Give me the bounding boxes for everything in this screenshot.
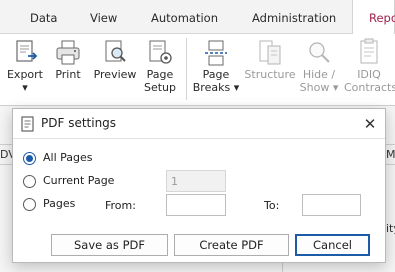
cancel-button[interactable]: Cancel <box>295 234 370 256</box>
from-page-input[interactable] <box>166 194 226 216</box>
printer-icon <box>53 38 83 68</box>
to-label: To: <box>264 199 280 212</box>
export-icon <box>10 38 40 68</box>
background-text-fragment: M <box>386 148 395 161</box>
page-breaks-button[interactable]: Page Breaks ▾ <box>191 38 241 94</box>
ribbon-tab-bar: Data View Automation Administration Repo <box>0 0 395 35</box>
ribbon-panel: Export ▾ Print Preview Page Setup Page B… <box>0 34 395 106</box>
structure-icon <box>255 38 285 68</box>
idiq-label-line2: Contracts <box>344 81 395 94</box>
current-page-input[interactable] <box>166 170 226 192</box>
hide-show-button[interactable]: Hide / Show ▾ <box>298 38 340 94</box>
all-pages-label: All Pages <box>43 151 93 164</box>
tab-automation[interactable]: Automation <box>151 0 218 34</box>
preview-label: Preview <box>93 68 137 81</box>
hide-show-label-line2: Show ▾ <box>298 81 340 94</box>
page-breaks-caret: ▾ <box>233 81 240 94</box>
print-button[interactable]: Print <box>50 38 86 81</box>
dialog-title-bar: PDF settings ✕ <box>13 109 385 139</box>
export-caret: ▾ <box>22 81 28 94</box>
tab-reports[interactable]: Repo <box>352 0 395 35</box>
hide-show-icon <box>304 38 334 68</box>
page-setup-icon <box>145 38 175 68</box>
hide-show-caret: ▾ <box>332 81 339 94</box>
close-icon[interactable]: ✕ <box>361 115 379 133</box>
page-setup-button[interactable]: Page Setup <box>142 38 178 94</box>
preview-button[interactable]: Preview <box>92 38 138 81</box>
pdf-settings-icon <box>19 115 37 133</box>
create-pdf-button[interactable]: Create PDF <box>174 234 289 256</box>
hide-show-label-text: Show <box>299 81 330 94</box>
page-setup-label-line2: Setup <box>143 81 177 94</box>
dialog-title: PDF settings <box>41 116 117 130</box>
hide-show-label-line1: Hide / <box>302 68 336 81</box>
tab-data[interactable]: Data <box>30 0 57 34</box>
page-setup-label-line1: Page <box>146 68 174 81</box>
export-label: Export <box>6 68 43 81</box>
idiq-label-line1: IDIQ <box>357 68 381 81</box>
pages-label: Pages <box>43 197 76 210</box>
all-pages-radio[interactable] <box>23 152 36 165</box>
current-page-label: Current Page <box>43 174 115 187</box>
idiq-contracts-icon <box>354 38 384 68</box>
preview-icon <box>100 38 130 68</box>
save-as-pdf-button[interactable]: Save as PDF <box>51 234 168 256</box>
page-breaks-label-line1: Page <box>202 68 230 81</box>
structure-button[interactable]: Structure <box>244 38 296 81</box>
tab-administration[interactable]: Administration <box>252 0 336 34</box>
pages-radio[interactable] <box>23 198 36 211</box>
tab-view[interactable]: View <box>90 0 117 34</box>
pdf-settings-dialog: PDF settings ✕ All Pages Current Page Pa… <box>12 108 386 263</box>
page-breaks-icon <box>201 38 231 68</box>
structure-label: Structure <box>244 68 296 81</box>
export-button[interactable]: Export ▾ <box>4 38 46 94</box>
current-page-radio[interactable] <box>23 175 36 188</box>
page-breaks-label-text: Breaks <box>192 81 231 94</box>
app-window: Data View Automation Administration Repo… <box>0 0 395 272</box>
page-breaks-label-line2: Breaks ▾ <box>191 81 241 94</box>
ribbon-separator <box>186 38 187 100</box>
background-text-fragment: ity <box>386 222 395 235</box>
from-label: From: <box>105 199 136 212</box>
idiq-contracts-button[interactable]: IDIQ Contracts <box>344 38 395 94</box>
to-page-input[interactable] <box>302 194 361 216</box>
print-label: Print <box>55 68 81 81</box>
